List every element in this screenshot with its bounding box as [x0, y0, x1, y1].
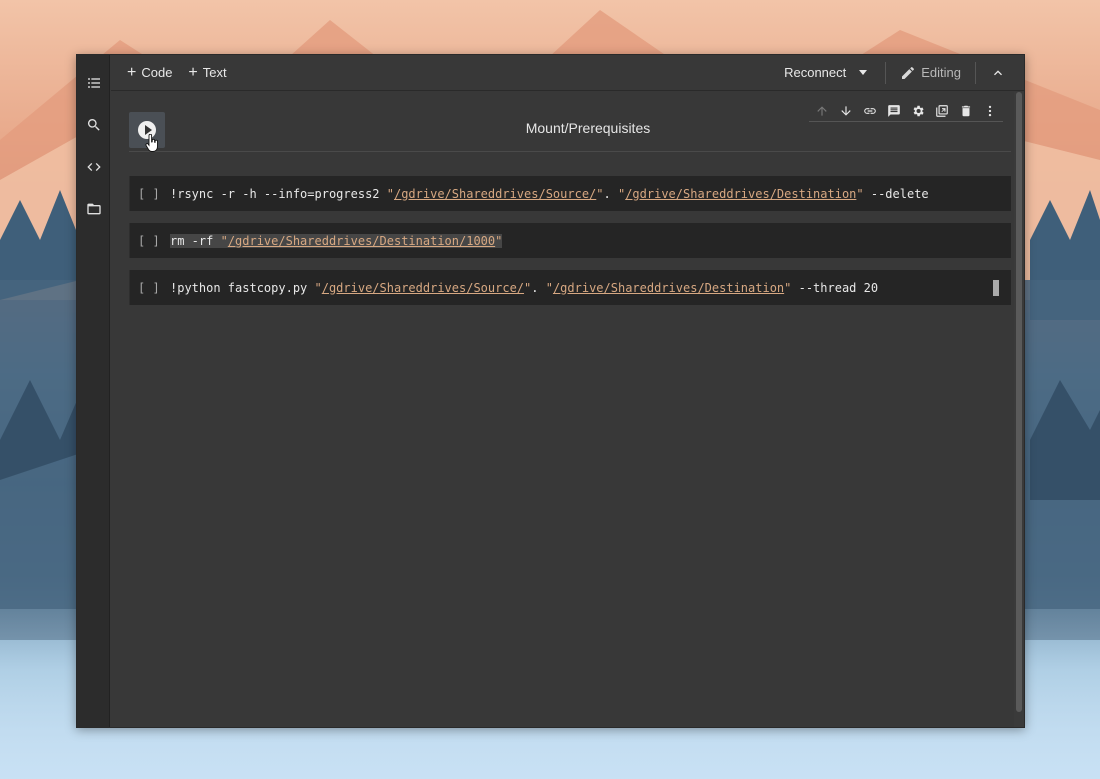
editing-label: Editing	[921, 65, 961, 80]
notebook-scrollbar[interactable]	[1014, 92, 1024, 727]
toolbar-divider	[975, 61, 976, 84]
code-command: rm -rf	[170, 233, 221, 248]
cell-code[interactable]: !rsync -r -h --info=progress2 "/gdrive/S…	[170, 187, 929, 201]
colab-notebook-window: + Code + Text Reconnect Editing Mount/Pr…	[76, 54, 1025, 728]
hand-pointer-icon	[145, 134, 158, 152]
code-path: /gdrive/Shareddrives/Destination	[552, 280, 785, 295]
files-button[interactable]	[77, 195, 110, 223]
code-text: .	[531, 280, 546, 295]
code-quote: "	[596, 186, 604, 201]
left-rail	[77, 55, 110, 727]
notebook-toolbar: + Code + Text Reconnect Editing	[111, 55, 1024, 91]
code-path: /gdrive/Shareddrives/Source/	[393, 186, 597, 201]
section-header-cell: Mount/Prerequisites	[129, 112, 1011, 152]
editing-mode-button[interactable]: Editing	[894, 59, 967, 87]
section-title: Mount/Prerequisites	[525, 120, 651, 136]
search-button[interactable]	[77, 111, 110, 139]
add-code-label: Code	[141, 65, 173, 80]
code-cell-fastcopy[interactable]: [ ] !python fastcopy.py "/gdrive/Sharedd…	[129, 270, 1011, 305]
code-text: .	[603, 186, 618, 201]
code-quote: "	[220, 233, 228, 248]
plus-icon: +	[188, 63, 198, 81]
search-icon	[87, 119, 100, 131]
plus-icon: +	[127, 63, 137, 81]
cell-code[interactable]: rm -rf "/gdrive/Shareddrives/Destination…	[170, 233, 503, 248]
add-text-label: Text	[202, 65, 227, 80]
code-text: --thread 20	[791, 280, 879, 295]
code-quote: "	[386, 186, 394, 201]
code-path: /gdrive/Shareddrives/Destination	[625, 186, 857, 201]
reconnect-label: Reconnect	[784, 65, 847, 80]
scrollbar-thumb[interactable]	[1016, 92, 1022, 712]
code-path: /gdrive/Shareddrives/Destination/1000	[227, 233, 496, 248]
cell-run-indicator[interactable]: [ ]	[130, 234, 170, 248]
cell-run-indicator[interactable]: [ ]	[130, 281, 170, 295]
code-text: --delete	[863, 186, 929, 201]
code-command: !python fastcopy.py	[170, 280, 315, 295]
toolbar-divider	[885, 61, 887, 84]
cell-run-indicator[interactable]: [ ]	[130, 187, 170, 201]
code-command: !rsync -r -h --info=progress2	[170, 186, 387, 201]
table-of-contents-button[interactable]	[77, 69, 110, 97]
add-code-button[interactable]: + Code	[121, 59, 178, 87]
code-quote: "	[856, 186, 864, 201]
code-cell-rsync[interactable]: [ ] !rsync -r -h --info=progress2 "/gdri…	[129, 176, 1011, 211]
pencil-icon	[902, 66, 915, 79]
add-text-button[interactable]: + Text	[182, 59, 232, 87]
code-quote: "	[545, 280, 553, 295]
code-path: /gdrive/Shareddrives/Source/	[321, 280, 525, 295]
collapse-header-button[interactable]	[984, 59, 1012, 87]
code-snippets-icon	[86, 163, 101, 171]
cell-code[interactable]: !python fastcopy.py "/gdrive/Shareddrive…	[170, 281, 878, 295]
code-snippets-button[interactable]	[77, 153, 110, 181]
code-cell-rm[interactable]: [ ] rm -rf "/gdrive/Shareddrives/Destina…	[129, 223, 1011, 258]
code-quote: "	[495, 233, 503, 248]
code-quote: "	[314, 280, 322, 295]
chevron-down-icon	[859, 70, 868, 75]
reconnect-button[interactable]: Reconnect	[778, 59, 873, 87]
chevron-up-icon	[994, 69, 1002, 75]
folder-icon	[86, 203, 101, 215]
text-cursor	[993, 279, 999, 296]
notebook-content: Mount/Prerequisites [ ] !rsync -r -h --i…	[111, 92, 1014, 727]
table-of-contents-icon	[87, 78, 100, 88]
